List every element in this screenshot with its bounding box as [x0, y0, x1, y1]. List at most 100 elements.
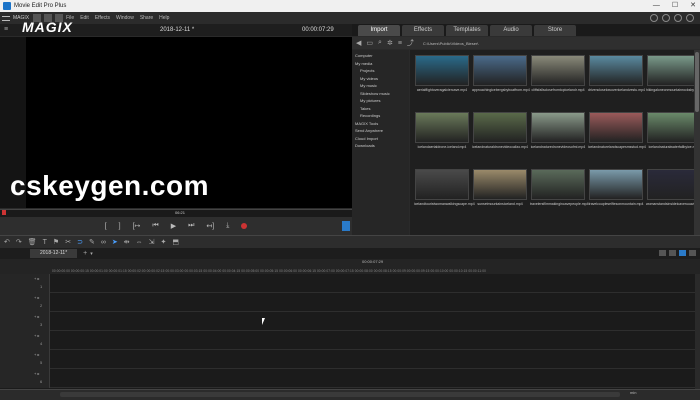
track-row[interactable]: + ▸ 4 — [0, 331, 700, 350]
timeline-vscroll[interactable] — [695, 274, 700, 389]
split-icon[interactable]: ✦ — [160, 238, 166, 246]
track-controls-icon[interactable]: + ▸ — [34, 352, 39, 357]
fullscreen-icon[interactable] — [342, 221, 350, 231]
insert-button[interactable]: ⤓ — [226, 222, 229, 230]
media-thumbnail[interactable] — [473, 112, 527, 143]
sidebar-item-takes[interactable]: Takes — [352, 105, 409, 113]
media-thumbnail[interactable] — [647, 112, 700, 143]
go-to-in-button[interactable]: [↦ — [133, 222, 141, 230]
timeline-tab[interactable]: 2018-12-11* — [30, 249, 78, 258]
collapse-icon[interactable] — [689, 250, 696, 256]
menu-share[interactable]: Share — [140, 15, 153, 21]
track-controls-icon[interactable]: + ▸ — [34, 333, 39, 338]
zoom-label[interactable]: min — [630, 390, 636, 395]
scene-view-icon[interactable] — [669, 250, 676, 256]
sidebar-item-cloud-import[interactable]: Cloud Import — [352, 135, 409, 143]
media-thumbnail[interactable] — [415, 55, 469, 86]
tab-effects[interactable]: Effects — [402, 25, 444, 36]
sidebar-item-projects[interactable]: Projects — [352, 67, 409, 75]
go-to-out-button[interactable]: ↤] — [206, 222, 214, 230]
track-row[interactable]: + ▸ 2 — [0, 293, 700, 312]
sidebar-item-slideshow-music[interactable]: Slideshow music — [352, 90, 409, 98]
sidebar-item-my-media[interactable]: My media — [352, 60, 409, 68]
redo-icon[interactable]: ↷ — [16, 238, 22, 246]
account-icon[interactable] — [674, 14, 682, 22]
media-thumbnail[interactable] — [589, 55, 643, 86]
media-thumbnail[interactable] — [531, 112, 585, 143]
media-thumbnail[interactable] — [647, 55, 700, 86]
sidebar-item-downloads[interactable]: Downloads — [352, 142, 409, 150]
storyboard-view-icon[interactable] — [659, 250, 666, 256]
play-button[interactable]: ▶ — [171, 222, 176, 230]
grid-scroll-thumb[interactable] — [695, 52, 699, 112]
power-icon[interactable] — [686, 14, 694, 22]
pen-icon[interactable]: ✎ — [89, 238, 95, 246]
sidebar-item-my-videos[interactable]: My videos — [352, 75, 409, 83]
back-icon[interactable]: ◀ — [356, 39, 361, 47]
marker-icon[interactable]: ⚑ — [53, 238, 59, 246]
monitor-menu-icon[interactable]: ≡ — [4, 26, 8, 33]
list-view-icon[interactable]: ≡ — [398, 40, 402, 47]
cut-icon[interactable]: ✂ — [65, 238, 71, 246]
media-thumbnail[interactable] — [647, 169, 700, 200]
tab-import[interactable]: Import — [358, 25, 400, 36]
range-icon[interactable]: ⇹ — [124, 238, 130, 246]
track-header[interactable]: + ▸ 2 — [0, 293, 50, 312]
search-icon[interactable]: ⌕ — [378, 39, 382, 47]
tab-audio[interactable]: Audio — [490, 25, 532, 36]
stretch-icon[interactable]: ⇲ — [149, 238, 155, 246]
track-controls-icon[interactable]: + ▸ — [34, 276, 39, 281]
record-button[interactable] — [241, 223, 248, 229]
trim-icon[interactable]: ⇔ — [136, 239, 143, 246]
track-row[interactable]: + ▸ 1 — [0, 274, 700, 293]
timeline-hscroll[interactable] — [60, 392, 620, 397]
track-row[interactable]: + ▸ 5 — [0, 350, 700, 369]
export-frame-icon[interactable]: ⬒ — [172, 238, 179, 246]
add-tab-icon[interactable]: + — [83, 250, 87, 257]
sidebar-item-my-pictures[interactable]: My pictures — [352, 97, 409, 105]
grid-scrollbar[interactable] — [694, 50, 700, 235]
settings-icon[interactable] — [662, 14, 670, 22]
track-row[interactable]: + ▸ 3 — [0, 312, 700, 331]
link-icon[interactable]: ⊃ — [77, 238, 83, 246]
maximize-button[interactable]: ☐ — [672, 0, 678, 12]
menu-effects[interactable]: Effects — [95, 15, 110, 21]
track-controls-icon[interactable]: + ▸ — [34, 371, 39, 376]
menu-window[interactable]: Window — [116, 15, 134, 21]
help-icon[interactable] — [650, 14, 658, 22]
folder-view-icon[interactable]: ▭ — [366, 39, 373, 47]
media-thumbnail[interactable] — [415, 112, 469, 143]
sidebar-item-recordings[interactable]: Recordings — [352, 112, 409, 120]
next-button[interactable]: ⏭ — [188, 222, 194, 230]
track-header[interactable]: + ▸ 4 — [0, 331, 50, 350]
media-thumbnail[interactable] — [473, 169, 527, 200]
hamburger-icon[interactable] — [2, 15, 10, 21]
track-area[interactable]: + ▸ 1 + ▸ 2 + ▸ 3 + ▸ 4 + ▸ 5 + ▸ 6 — [0, 274, 700, 389]
up-folder-icon[interactable]: ⤴ — [407, 38, 414, 48]
track-header[interactable]: + ▸ 1 — [0, 274, 50, 293]
sidebar-item-magix-tools[interactable]: MAGIX Tools — [352, 120, 409, 128]
minimize-button[interactable]: — — [653, 0, 660, 12]
media-thumbnail[interactable] — [473, 55, 527, 86]
pointer-icon[interactable]: ➤ — [112, 238, 118, 246]
sidebar-item-send-anywhere[interactable]: Send Anywhere — [352, 127, 409, 135]
undo-icon[interactable]: ↶ — [4, 238, 10, 246]
track-controls-icon[interactable]: + ▸ — [34, 314, 39, 319]
menu-help[interactable]: Help — [159, 15, 169, 21]
track-controls-icon[interactable]: + ▸ — [34, 295, 39, 300]
sidebar-item-computer[interactable]: Computer — [352, 52, 409, 60]
tab-menu-icon[interactable]: ▾ — [90, 251, 93, 257]
close-button[interactable]: ✕ — [690, 0, 696, 12]
mark-in-button[interactable]: [ — [105, 223, 107, 230]
path-field[interactable]: C:\Users\Public\Videos_Bieser\ — [423, 41, 479, 46]
tab-store[interactable]: Store — [534, 25, 576, 36]
menu-edit[interactable]: Edit — [80, 15, 89, 21]
track-header[interactable]: + ▸ 5 — [0, 350, 50, 369]
media-thumbnail[interactable] — [531, 55, 585, 86]
track-row[interactable]: + ▸ 6 — [0, 369, 700, 388]
track-header[interactable]: + ▸ 3 — [0, 312, 50, 331]
track-header[interactable]: + ▸ 6 — [0, 369, 50, 388]
delete-icon[interactable]: 🗑 — [28, 238, 37, 246]
media-thumbnail[interactable] — [531, 169, 585, 200]
previous-button[interactable]: ⏮ — [152, 222, 158, 230]
